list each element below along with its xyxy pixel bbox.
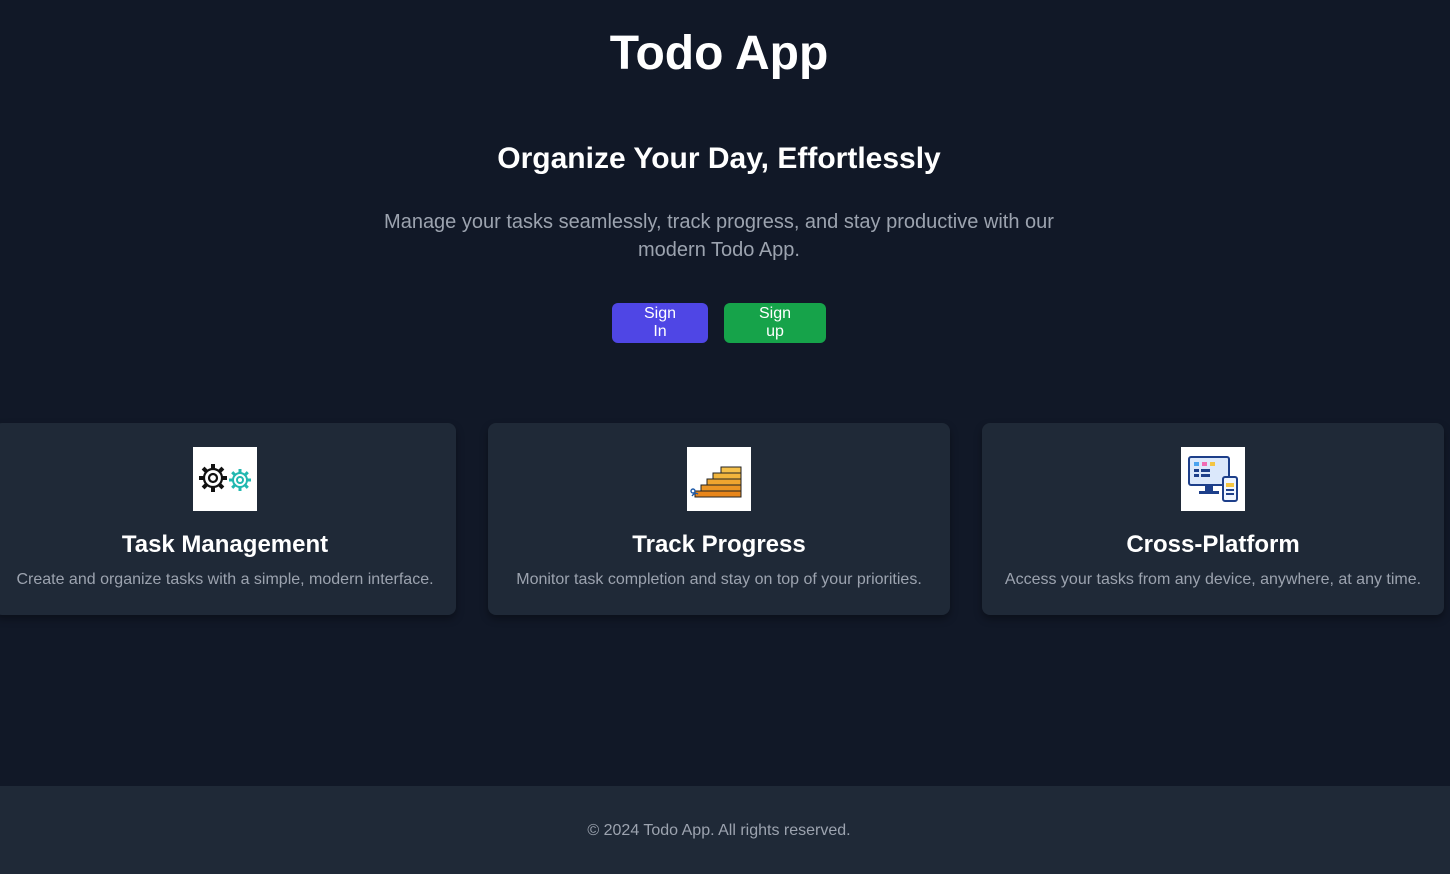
app-title: Todo App (609, 27, 829, 80)
copyright-text: © 2024 Todo App. All rights reserved. (587, 822, 851, 839)
sign-in-button[interactable]: Sign In (612, 303, 708, 343)
hero-description: Manage your tasks seamlessly, track prog… (384, 211, 1054, 261)
stairs-progress-icon (687, 447, 751, 511)
feature-card-track-progress: Track Progress Monitor task completion a… (488, 423, 950, 615)
feature-description: Create and organize tasks with a simple,… (16, 571, 434, 588)
feature-description: Monitor task completion and stay on top … (516, 571, 922, 588)
auth-buttons: Sign In Sign up (0, 303, 1438, 343)
feature-title: Task Management (121, 531, 329, 558)
feature-card-task-management: Task Management Create and organize task… (0, 423, 456, 615)
footer: © 2024 Todo App. All rights reserved. (0, 786, 1450, 874)
feature-card-cross-platform: Cross-Platform Access your tasks from an… (982, 423, 1444, 615)
sign-up-button[interactable]: Sign up (724, 303, 826, 343)
landing-page: Todo App Organize Your Day, Effortlessly… (0, 0, 1450, 874)
devices-icon (1181, 447, 1245, 511)
feature-description: Access your tasks from any device, anywh… (1004, 571, 1422, 588)
feature-title: Track Progress (632, 531, 806, 558)
hero-heading: Organize Your Day, Effortlessly (497, 142, 941, 175)
gears-icon (193, 447, 257, 511)
feature-title: Cross-Platform (1126, 531, 1300, 558)
